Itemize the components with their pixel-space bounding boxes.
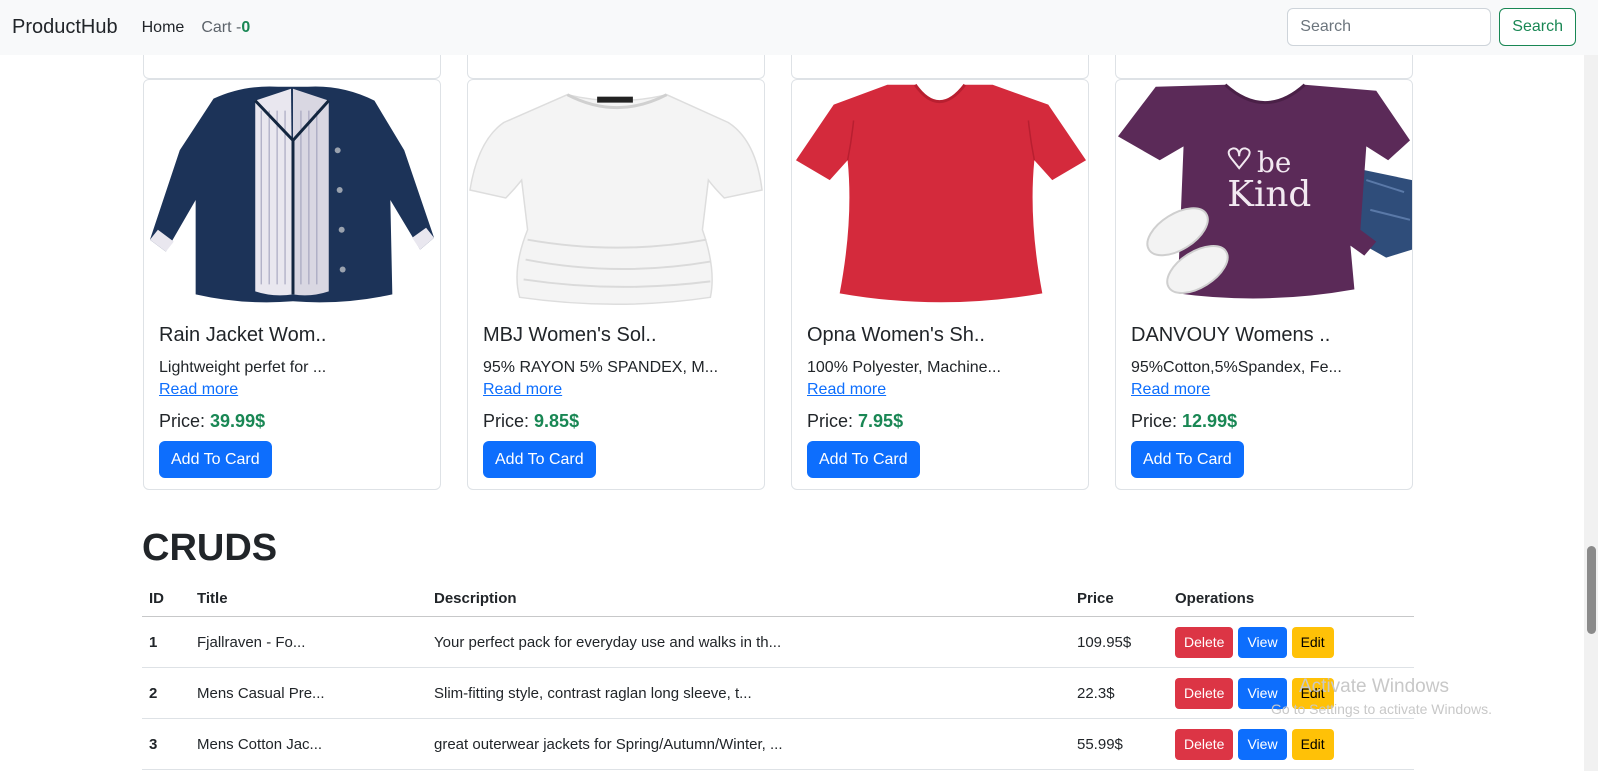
product-title: Rain Jacket Wom..: [159, 324, 327, 346]
product-price: 12.99$: [1182, 411, 1238, 431]
prev-row-card-3: [791, 55, 1089, 79]
view-button[interactable]: View: [1238, 677, 1287, 709]
product-price-line: Price: 7.95$: [807, 409, 1073, 433]
product-card: MBJ Women's Sol.. 95% RAYON 5% SPANDEX, …: [467, 79, 765, 490]
row-operations: Delete View Edit: [1168, 667, 1414, 719]
column-header-price: Price: [1070, 580, 1168, 617]
row-operations: Delete View Edit: [1168, 616, 1414, 668]
product-title: MBJ Women's Sol..: [483, 324, 657, 346]
navy-rain-jacket-icon: [144, 80, 440, 310]
delete-button[interactable]: Delete: [1175, 626, 1234, 658]
product-price-line: Price: 39.99$: [159, 409, 425, 433]
prev-row-card-1: [143, 55, 441, 79]
scrollbar-thumb[interactable]: [1587, 546, 1596, 634]
column-header-operations: Operations: [1168, 580, 1414, 617]
row-title: Mens Casual Pre...: [190, 667, 427, 719]
product-title: DANVOUY Womens ..: [1131, 324, 1331, 346]
cart-count-badge: 0: [241, 18, 251, 36]
row-description: Your perfect pack for everyday use and w…: [427, 616, 1070, 668]
edit-button[interactable]: Edit: [1291, 626, 1334, 658]
row-id: 2: [142, 667, 190, 719]
navbar: ProductHub Home Cart -0 Search: [0, 0, 1598, 55]
delete-button[interactable]: Delete: [1175, 728, 1234, 760]
price-label: Price:: [483, 411, 530, 431]
product-description: 100% Polyester, Machine...: [807, 359, 1001, 376]
search-input[interactable]: [1287, 8, 1492, 46]
table-row: 1 Fjallraven - Fo... Your perfect pack f…: [142, 616, 1414, 668]
page-scrollbar[interactable]: [1584, 55, 1598, 771]
product-card: be Kind DANVOUY Womens .. 95%Cotton,5%Sp…: [1115, 79, 1413, 490]
add-to-cart-button[interactable]: Add To Card: [807, 441, 920, 478]
product-price: 9.85$: [534, 411, 580, 431]
read-more-link[interactable]: Read more: [1131, 379, 1210, 401]
white-top-icon: [468, 80, 764, 310]
row-description: Slim-fitting style, contrast raglan long…: [427, 667, 1070, 719]
column-header-id: ID: [142, 580, 190, 617]
row-price: 22.3$: [1070, 667, 1168, 719]
price-label: Price:: [159, 411, 206, 431]
table-row: 2 Mens Casual Pre... Slim-fitting style,…: [142, 667, 1414, 719]
cruds-heading: CRUDS: [142, 527, 278, 569]
price-label: Price:: [807, 411, 854, 431]
row-id: 1: [142, 616, 190, 668]
tshirt-print-text: Kind: [1227, 174, 1311, 215]
product-grid: Rain Jacket Wom.. Lightweight perfet for…: [143, 79, 1413, 490]
delete-button[interactable]: Delete: [1175, 677, 1234, 709]
view-button[interactable]: View: [1238, 728, 1287, 760]
row-title: Mens Cotton Jac...: [190, 718, 427, 770]
add-to-cart-button[interactable]: Add To Card: [1131, 441, 1244, 478]
row-title: Fjallraven - Fo...: [190, 616, 427, 668]
nav-cart-label: Cart -: [201, 18, 242, 36]
prev-row-card-4: [1115, 55, 1413, 79]
brand-logo[interactable]: ProductHub: [12, 16, 118, 39]
add-to-cart-button[interactable]: Add To Card: [483, 441, 596, 478]
row-description: great outerwear jackets for Spring/Autum…: [427, 718, 1070, 770]
edit-button[interactable]: Edit: [1291, 677, 1334, 709]
nav-home-link[interactable]: Home: [142, 19, 185, 37]
row-id: 3: [142, 718, 190, 770]
product-price: 7.95$: [858, 411, 904, 431]
cruds-table: ID Title Description Price Operations 1 …: [142, 580, 1414, 770]
red-tshirt-icon: [792, 80, 1088, 310]
table-row: 3 Mens Cotton Jac... great outerwear jac…: [142, 718, 1414, 770]
column-header-title: Title: [190, 580, 427, 617]
product-price: 39.99$: [210, 411, 266, 431]
product-description: 95%Cotton,5%Spandex, Fe...: [1131, 359, 1342, 376]
product-price-line: Price: 9.85$: [483, 409, 749, 433]
product-card: Rain Jacket Wom.. Lightweight perfet for…: [143, 79, 441, 490]
read-more-link[interactable]: Read more: [159, 379, 238, 401]
row-price: 109.95$: [1070, 616, 1168, 668]
read-more-link[interactable]: Read more: [807, 379, 886, 401]
read-more-link[interactable]: Read more: [483, 379, 562, 401]
add-to-cart-button[interactable]: Add To Card: [159, 441, 272, 478]
product-title: Opna Women's Sh..: [807, 324, 985, 346]
prev-row-card-2: [467, 55, 765, 79]
edit-button[interactable]: Edit: [1291, 728, 1334, 760]
search-form: Search: [1287, 8, 1598, 46]
row-price: 55.99$: [1070, 718, 1168, 770]
product-price-line: Price: 12.99$: [1131, 409, 1397, 433]
purple-be-kind-tshirt-icon: be Kind: [1116, 80, 1412, 310]
row-operations: Delete View Edit: [1168, 718, 1414, 770]
table-header-row: ID Title Description Price Operations: [142, 580, 1414, 617]
product-card: Opna Women's Sh.. 100% Polyester, Machin…: [791, 79, 1089, 490]
column-header-description: Description: [427, 580, 1070, 617]
price-label: Price:: [1131, 411, 1178, 431]
product-description: 95% RAYON 5% SPANDEX, M...: [483, 359, 719, 376]
view-button[interactable]: View: [1238, 626, 1287, 658]
nav-cart-link[interactable]: Cart -0: [201, 19, 250, 37]
search-button[interactable]: Search: [1499, 8, 1576, 46]
product-description: Lightweight perfet for ...: [159, 359, 327, 376]
